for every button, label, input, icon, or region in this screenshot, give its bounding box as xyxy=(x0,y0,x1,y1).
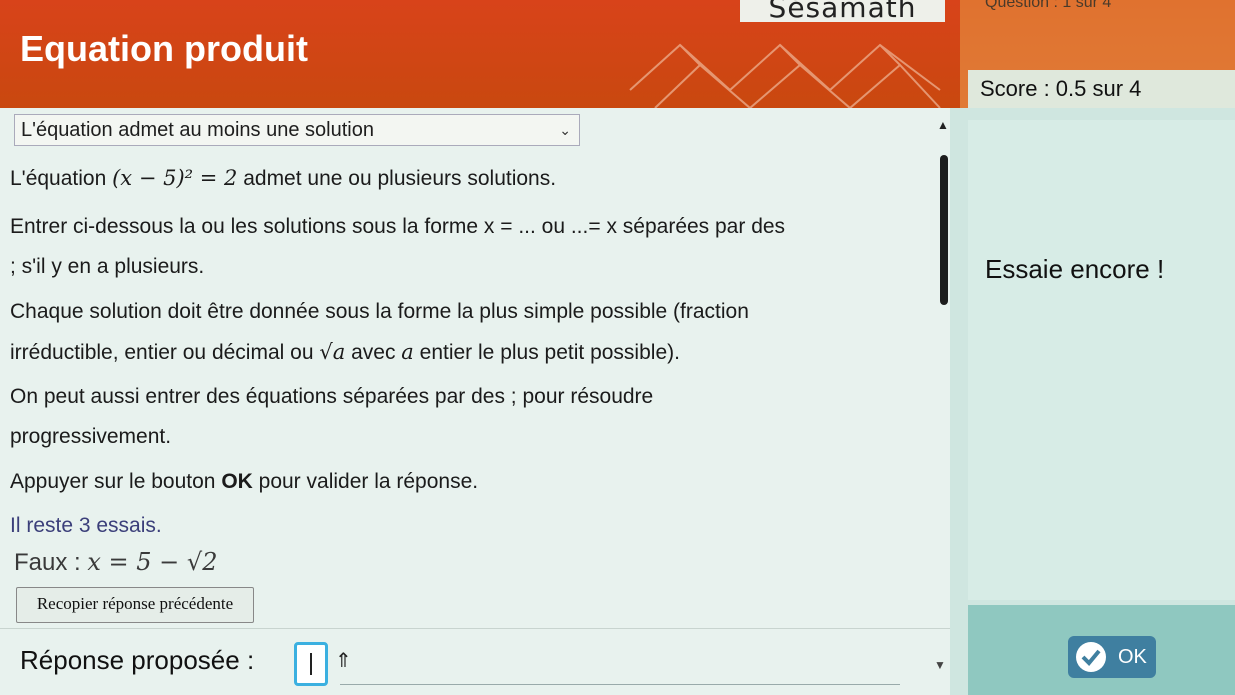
text-caret xyxy=(310,653,312,675)
tries-remaining: Il reste 3 essais. xyxy=(10,514,162,537)
divider xyxy=(0,628,950,629)
score-display: Score : 0.5 sur 4 xyxy=(968,70,1235,108)
instruction-simplest-line2: irréductible, entier ou décimal ou √a av… xyxy=(10,340,680,364)
feedback-panel xyxy=(968,120,1235,600)
question-counter: Question : 1 sur 4 xyxy=(985,0,1112,11)
instruction-simplest-line1: Chaque solution doit être donnée sous la… xyxy=(10,300,749,323)
answer-label: Réponse proposée : xyxy=(20,645,255,675)
check-icon xyxy=(1076,642,1106,672)
scrollbar-thumb[interactable] xyxy=(940,155,948,305)
power-arrow-button[interactable]: ⇑ xyxy=(335,648,352,673)
geometric-decoration xyxy=(629,43,941,110)
instruction-equations-line1: On peut aussi entrer des équations sépar… xyxy=(10,385,654,408)
previous-answer-feedback: Faux : x = 5 − √2 xyxy=(14,548,218,576)
input-underline xyxy=(340,684,900,685)
question-type-select[interactable]: L'équation admet au moins une solution ⌄ xyxy=(14,114,580,146)
instruction-format-line2: ; s'il y en a plusieurs. xyxy=(10,255,205,278)
instruction-equations-line2: progressivement. xyxy=(10,425,172,448)
select-value: L'équation admet au moins une solution xyxy=(21,119,374,141)
ok-button[interactable]: OK xyxy=(1068,636,1156,678)
ok-label: OK xyxy=(1118,646,1147,668)
copy-previous-answer-button[interactable]: Recopier réponse précédente xyxy=(16,587,254,623)
sesamath-logo: Sésamath xyxy=(740,0,945,22)
try-again-message: Essaie encore ! xyxy=(985,254,1165,284)
chevron-down-icon: ⌄ xyxy=(559,122,571,138)
scroll-down-icon[interactable]: ▼ xyxy=(934,658,946,672)
instruction-format-line1: Entrer ci-dessous la ou les solutions so… xyxy=(10,215,786,238)
sqrt-a-math: √a xyxy=(319,340,346,364)
equation-math: (x − 5)² = 2 xyxy=(112,166,238,190)
page-title: Equation produit xyxy=(20,28,308,69)
instruction-ok: Appuyer sur le bouton OK pour valider la… xyxy=(10,470,479,493)
answer-input[interactable] xyxy=(294,642,328,686)
scroll-up-icon[interactable]: ▲ xyxy=(937,118,949,132)
instruction-equation: L'équation (x − 5)² = 2 admet une ou plu… xyxy=(10,166,557,190)
previous-answer-math: x = 5 − √2 xyxy=(87,548,218,576)
